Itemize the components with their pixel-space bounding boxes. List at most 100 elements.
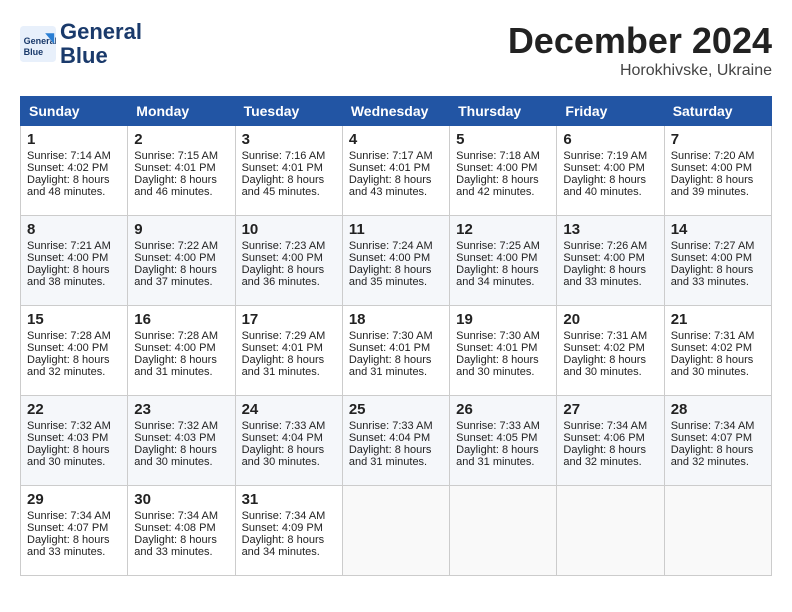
daylight: Daylight: 8 hours and 35 minutes.: [349, 264, 432, 288]
daylight: Daylight: 8 hours and 46 minutes.: [134, 174, 217, 198]
table-row: 3Sunrise: 7:16 AMSunset: 4:01 PMDaylight…: [235, 126, 342, 216]
sunset: Sunset: 4:00 PM: [671, 252, 752, 264]
table-row: 27Sunrise: 7:34 AMSunset: 4:06 PMDayligh…: [557, 396, 664, 486]
daylight: Daylight: 8 hours and 42 minutes.: [456, 174, 539, 198]
sunrise: Sunrise: 7:28 AM: [134, 330, 218, 342]
daylight: Daylight: 8 hours and 31 minutes.: [456, 444, 539, 468]
week-row-1: 1 Sunrise: 7:14 AMSunset: 4:02 PM Daylight…: [21, 126, 772, 216]
logo: General Blue General Blue: [20, 20, 142, 68]
table-row: 17Sunrise: 7:29 AMSunset: 4:01 PMDayligh…: [235, 306, 342, 396]
page-header: General Blue General Blue December 2024 …: [20, 20, 772, 80]
daylight: Daylight: 8 hours and 33 minutes.: [563, 264, 646, 288]
sunset: Sunset: 4:07 PM: [671, 432, 752, 444]
daylight: Daylight: 8 hours and 34 minutes.: [242, 534, 325, 558]
sunrise: Sunrise: 7:26 AM: [563, 240, 647, 252]
logo-text-line2: Blue: [60, 44, 142, 68]
sunrise: Sunrise: 7:17 AM: [349, 150, 433, 162]
daylight: Daylight: 8 hours and 31 minutes.: [349, 444, 432, 468]
day-number: 3: [242, 131, 336, 148]
day-number: 1: [27, 131, 121, 148]
sunset: Sunset: 4:03 PM: [27, 432, 108, 444]
month-title: December 2024: [508, 20, 772, 62]
logo-icon: General Blue: [20, 26, 56, 62]
day-number: 14: [671, 221, 765, 238]
col-sunday: Sunday: [21, 97, 128, 126]
table-row: 31Sunrise: 7:34 AMSunset: 4:09 PMDayligh…: [235, 486, 342, 576]
sunset: Sunset: 4:01 PM: [242, 162, 323, 174]
day-number: 16: [134, 311, 228, 328]
daylight: Daylight: 8 hours and 30 minutes.: [456, 354, 539, 378]
sunrise: Sunrise: 7:15 AM: [134, 150, 218, 162]
day-number: 24: [242, 401, 336, 418]
day-number: 7: [671, 131, 765, 148]
day-number: 20: [563, 311, 657, 328]
daylight: Daylight: 8 hours and 38 minutes.: [27, 264, 110, 288]
day-number: 9: [134, 221, 228, 238]
week-row-3: 15Sunrise: 7:28 AMSunset: 4:00 PMDayligh…: [21, 306, 772, 396]
sunrise: Sunrise: 7:14 AM: [27, 150, 111, 162]
daylight: Daylight: 8 hours and 33 minutes.: [134, 534, 217, 558]
daylight: Daylight: 8 hours and 32 minutes.: [671, 444, 754, 468]
sunset: Sunset: 4:02 PM: [27, 162, 108, 174]
sunset: Sunset: 4:01 PM: [349, 342, 430, 354]
table-row: 14Sunrise: 7:27 AMSunset: 4:00 PMDayligh…: [664, 216, 771, 306]
day-number: 19: [456, 311, 550, 328]
sunrise: Sunrise: 7:33 AM: [456, 420, 540, 432]
day-number: 21: [671, 311, 765, 328]
sunrise: Sunrise: 7:16 AM: [242, 150, 326, 162]
daylight: Daylight: 8 hours and 39 minutes.: [671, 174, 754, 198]
table-row: 16Sunrise: 7:28 AMSunset: 4:00 PMDayligh…: [128, 306, 235, 396]
table-row: 30Sunrise: 7:34 AMSunset: 4:08 PMDayligh…: [128, 486, 235, 576]
daylight: Daylight: 8 hours and 30 minutes.: [563, 354, 646, 378]
week-row-2: 8Sunrise: 7:21 AMSunset: 4:00 PMDaylight…: [21, 216, 772, 306]
sunset: Sunset: 4:01 PM: [134, 162, 215, 174]
day-number: 8: [27, 221, 121, 238]
day-number: 28: [671, 401, 765, 418]
table-row: [664, 486, 771, 576]
location-subtitle: Horokhivske, Ukraine: [508, 62, 772, 80]
day-number: 23: [134, 401, 228, 418]
table-row: 15Sunrise: 7:28 AMSunset: 4:00 PMDayligh…: [21, 306, 128, 396]
sunset: Sunset: 4:01 PM: [456, 342, 537, 354]
svg-text:Blue: Blue: [24, 47, 44, 57]
day-number: 30: [134, 491, 228, 508]
daylight: Daylight: 8 hours and 30 minutes.: [242, 444, 325, 468]
table-row: 19 Sunrise: 7:30 AMSunset: 4:01 PMDayligh…: [450, 306, 557, 396]
sunset: Sunset: 4:00 PM: [242, 252, 323, 264]
day-number: 22: [27, 401, 121, 418]
day-number: 5: [456, 131, 550, 148]
sunrise: Sunrise: 7:30 AM: [456, 330, 540, 342]
sunset: Sunset: 4:03 PM: [134, 432, 215, 444]
sunrise: Sunrise: 7:25 AM: [456, 240, 540, 252]
day-number: 17: [242, 311, 336, 328]
table-row: 28Sunrise: 7:34 AMSunset: 4:07 PMDayligh…: [664, 396, 771, 486]
sunset: Sunset: 4:07 PM: [27, 522, 108, 534]
table-row: 22 Sunrise: 7:32 AMSunset: 4:03 PMDayligh…: [21, 396, 128, 486]
table-row: [557, 486, 664, 576]
day-number: 18: [349, 311, 443, 328]
table-row: 13Sunrise: 7:26 AMSunset: 4:00 PMDayligh…: [557, 216, 664, 306]
table-row: 23Sunrise: 7:32 AMSunset: 4:03 PMDayligh…: [128, 396, 235, 486]
day-number: 31: [242, 491, 336, 508]
sunrise: Sunrise: 7:32 AM: [27, 420, 111, 432]
sunset: Sunset: 4:02 PM: [671, 342, 752, 354]
title-block: December 2024 Horokhivske, Ukraine: [508, 20, 772, 80]
col-tuesday: Tuesday: [235, 97, 342, 126]
daylight: Daylight: 8 hours and 30 minutes.: [27, 444, 110, 468]
table-row: [450, 486, 557, 576]
sunset: Sunset: 4:01 PM: [242, 342, 323, 354]
calendar-table: Sunday Monday Tuesday Wednesday Thursday…: [20, 96, 772, 576]
day-number: 25: [349, 401, 443, 418]
col-thursday: Thursday: [450, 97, 557, 126]
table-row: [342, 486, 449, 576]
header-row: Sunday Monday Tuesday Wednesday Thursday…: [21, 97, 772, 126]
daylight: Daylight: 8 hours and 30 minutes.: [134, 444, 217, 468]
day-number: 2: [134, 131, 228, 148]
daylight: Daylight: 8 hours and 36 minutes.: [242, 264, 325, 288]
sunrise: Sunrise: 7:28 AM: [27, 330, 111, 342]
week-row-5: 29Sunrise: 7:34 AMSunset: 4:07 PMDayligh…: [21, 486, 772, 576]
sunrise: Sunrise: 7:33 AM: [349, 420, 433, 432]
sunrise: Sunrise: 7:33 AM: [242, 420, 326, 432]
daylight: Daylight: 8 hours and 43 minutes.: [349, 174, 432, 198]
day-number: 6: [563, 131, 657, 148]
